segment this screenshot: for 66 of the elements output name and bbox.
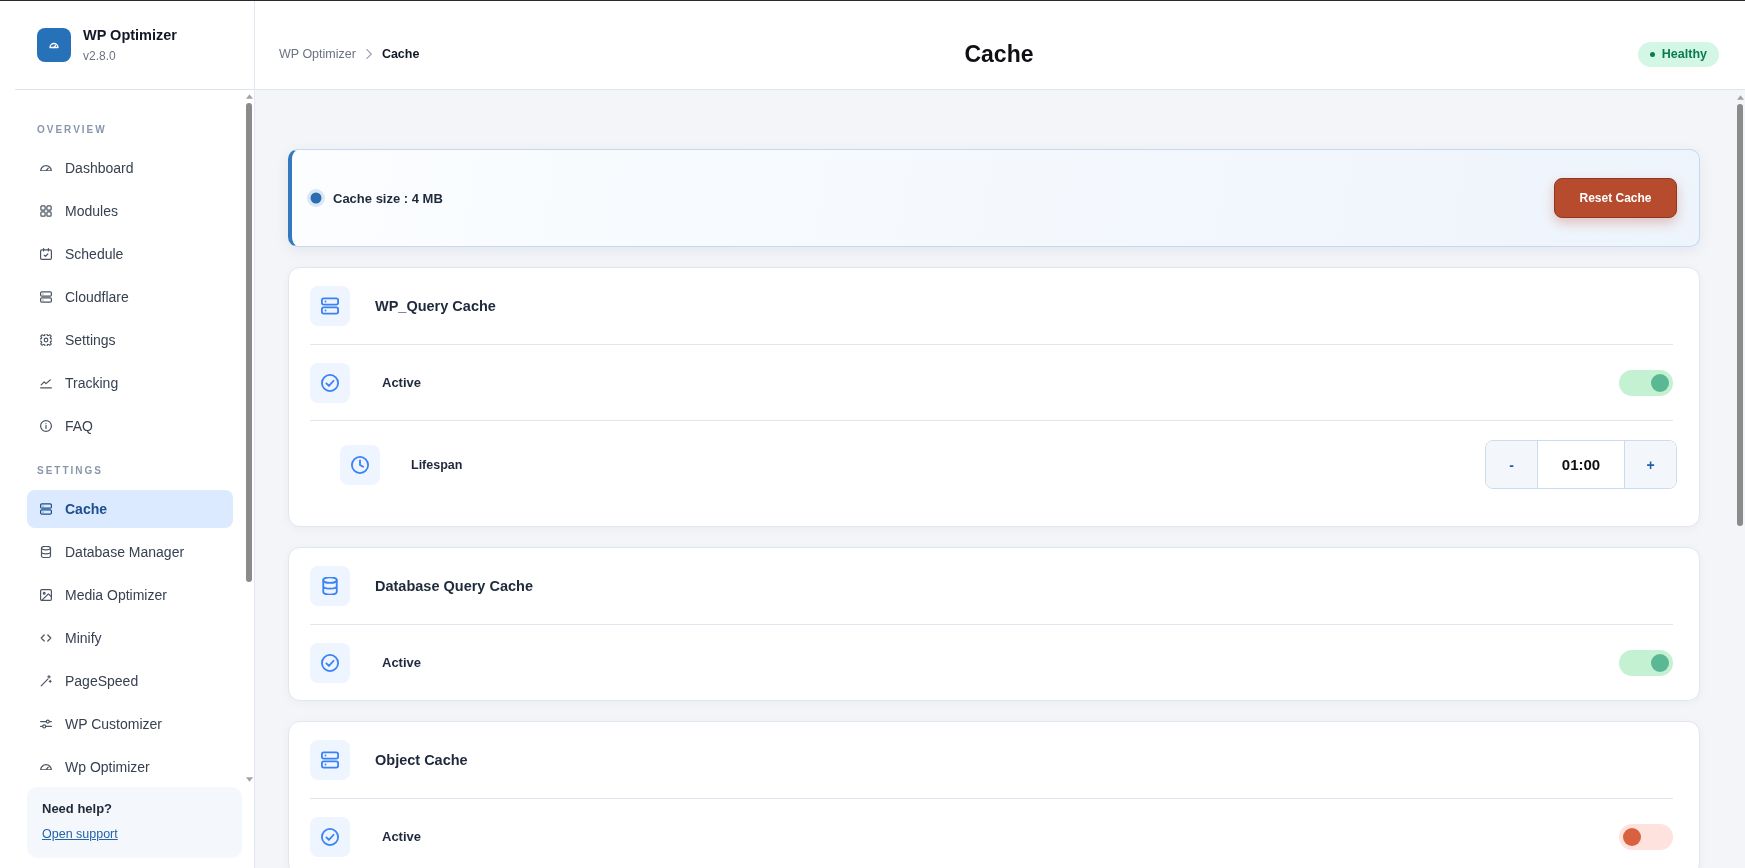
breadcrumb-item[interactable]: Cache (381, 47, 420, 61)
toggle-switch[interactable] (1619, 369, 1673, 396)
info-icon (40, 420, 52, 432)
server-icon (40, 503, 52, 515)
line-chart-icon (40, 377, 52, 389)
breadcrumb-item[interactable]: WP Optimizer (279, 47, 356, 61)
nav-item[interactable]: FAQ (27, 407, 233, 445)
nav-item[interactable]: Settings (27, 321, 233, 359)
setting-label: Active (382, 375, 423, 390)
server-icon (310, 740, 350, 780)
setting-label: Active (382, 829, 423, 844)
nav-item[interactable]: Modules (27, 192, 233, 230)
gauge-logo-icon (37, 28, 71, 62)
image-icon (40, 589, 52, 601)
status-dot-icon (1649, 51, 1655, 57)
nav-item[interactable]: Schedule (27, 235, 233, 273)
gauge-icon (40, 763, 52, 771)
section-title: Database Query Cache (375, 578, 533, 594)
nav-item[interactable]: Dashboard (27, 149, 233, 187)
section-title: WP_Query Cache (375, 298, 496, 314)
decrement-button[interactable]: - (1486, 441, 1537, 488)
app-version: v2.8.0 (83, 49, 117, 63)
toggle-switch[interactable] (1619, 823, 1673, 850)
toggle-switch[interactable] (1619, 649, 1673, 676)
nav-item[interactable]: Cache (27, 490, 233, 528)
database-icon (40, 546, 52, 558)
nav-item[interactable]: Database Manager (27, 533, 233, 571)
nav-item[interactable]: WP Customizer (27, 705, 233, 743)
nav-item[interactable]: Tracking (27, 364, 233, 402)
clock-icon (340, 444, 380, 485)
scroll-up-arrow-icon[interactable] (245, 94, 253, 99)
nav-section-heading: OVERVIEW (36, 123, 108, 137)
setting-label: Lifespan (411, 457, 464, 472)
status-label: Healthy (1661, 47, 1707, 61)
nav-item[interactable]: Cloudflare (27, 278, 233, 316)
sliders-icon (40, 718, 52, 730)
support-link[interactable]: Open support (42, 826, 118, 842)
nav-item[interactable]: PageSpeed (27, 662, 233, 700)
scrollbar-thumb[interactable] (1737, 104, 1743, 526)
scroll-up-arrow-icon[interactable] (1736, 95, 1744, 100)
server-icon (40, 291, 52, 303)
reset-cache-button[interactable]: Reset Cache (1554, 178, 1677, 218)
settings-icon (40, 334, 52, 346)
chevron-right-icon (365, 49, 372, 59)
wand-icon (40, 675, 52, 687)
code-icon (40, 632, 52, 644)
time-value-field[interactable]: 01:00 (1537, 441, 1625, 488)
help-title: Need help? (42, 801, 114, 817)
nav-item[interactable]: Media Optimizer (27, 576, 233, 614)
setting-label: Active (382, 655, 423, 670)
section-title: Object Cache (375, 752, 468, 768)
scroll-down-arrow-icon[interactable] (245, 777, 253, 782)
cache-size-label: Cache size : 4 MB (333, 190, 443, 206)
status-dot-icon (307, 189, 325, 207)
grid-icon (40, 205, 52, 217)
scrollbar-thumb[interactable] (246, 103, 252, 582)
server-icon (310, 286, 350, 326)
nav-item[interactable]: Wp Optimizer (27, 748, 233, 786)
increment-button[interactable]: + (1625, 441, 1676, 488)
database-icon (310, 566, 350, 606)
gauge-icon (40, 164, 52, 172)
page-title: Cache (964, 40, 1034, 68)
app-name: WP Optimizer (83, 27, 177, 44)
nav-item[interactable]: Minify (27, 619, 233, 657)
nav-section-heading: SETTINGS (36, 464, 104, 478)
calendar-check-icon (40, 248, 52, 260)
